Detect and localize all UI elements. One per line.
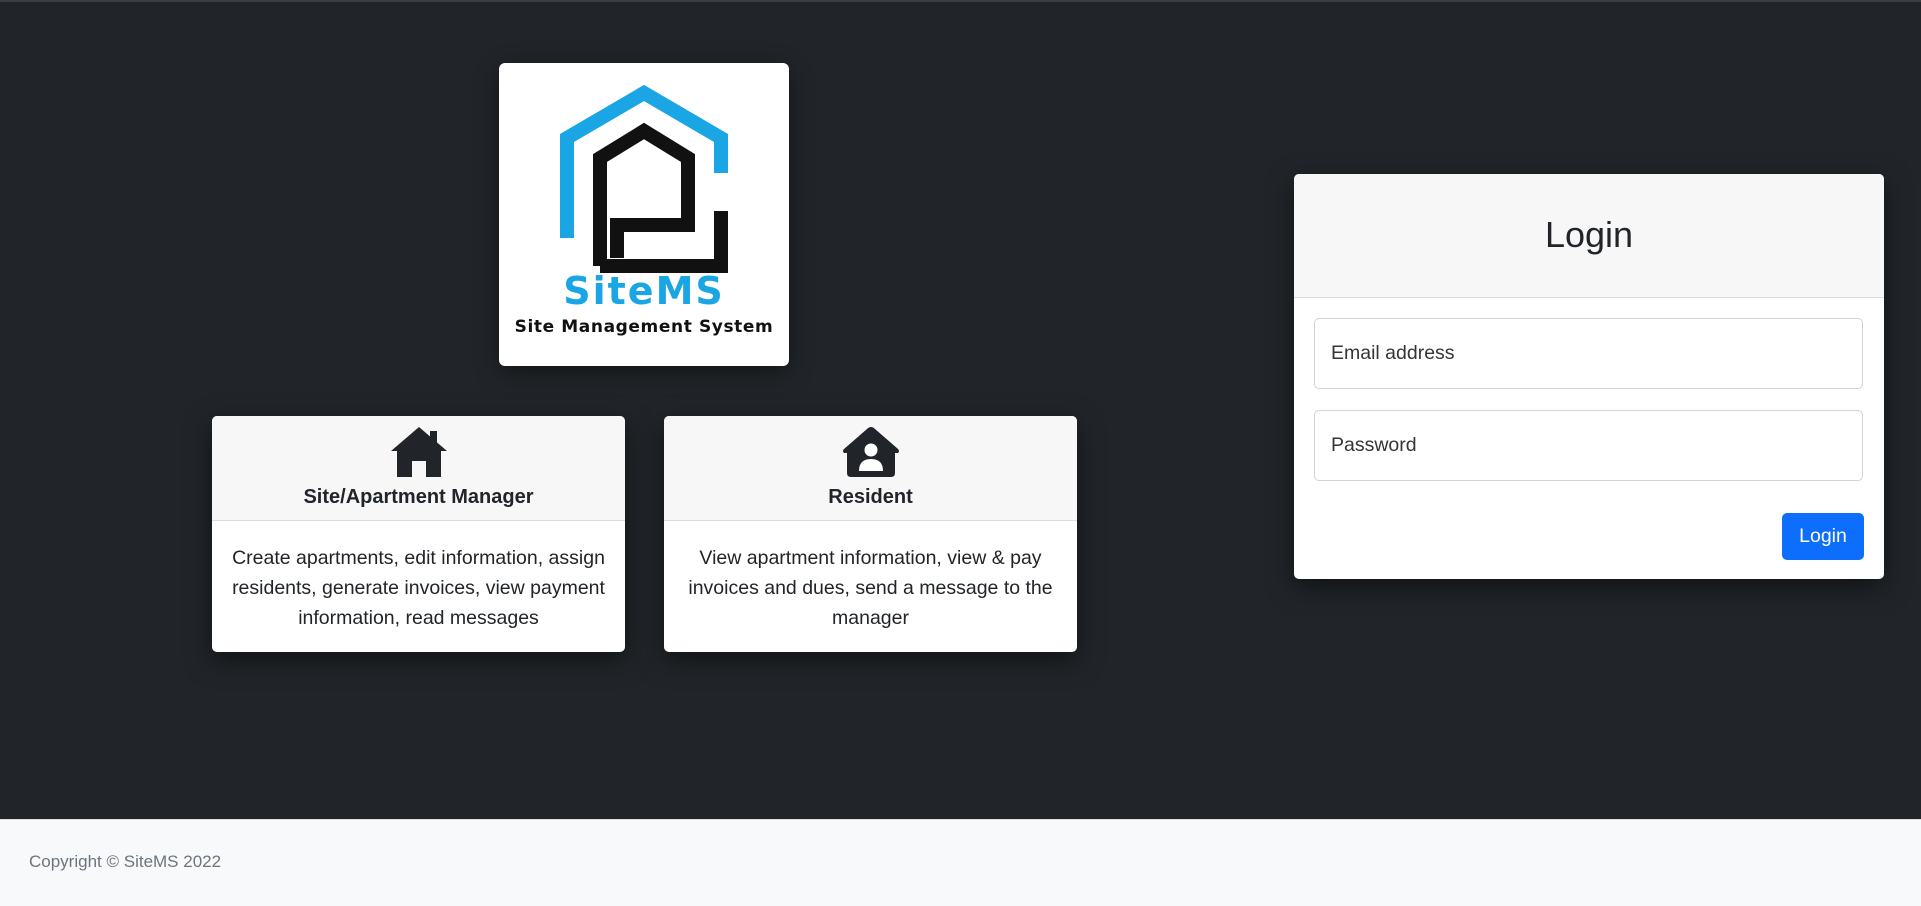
main-area: SiteMS Site Management System Site/Apart… <box>0 0 1921 819</box>
manager-card-title: Site/Apartment Manager <box>303 486 534 508</box>
login-title: Login <box>1544 214 1634 255</box>
resident-role-card: Resident View apartment information, vie… <box>664 416 1077 652</box>
login-button[interactable]: Login <box>1782 513 1864 560</box>
footer: Copyright © SiteMS 2022 <box>0 819 1921 906</box>
login-card: Login Login <box>1294 174 1884 579</box>
email-field[interactable] <box>1314 318 1863 389</box>
house-icon <box>390 427 447 477</box>
logo-name: SiteMS <box>563 269 725 313</box>
logo-tagline: Site Management System <box>514 317 774 337</box>
copyright-text: Copyright © SiteMS 2022 <box>29 852 222 871</box>
logo: SiteMS Site Management System <box>499 63 789 366</box>
house-user-icon <box>842 427 899 477</box>
top-border <box>0 0 1921 2</box>
manager-card-header: Site/Apartment Manager <box>212 416 625 521</box>
manager-role-card: Site/Apartment Manager Create apartments… <box>212 416 625 652</box>
login-card-header: Login <box>1294 174 1884 298</box>
resident-card-description: View apartment information, view & pay i… <box>688 547 1053 629</box>
password-field[interactable] <box>1314 410 1863 481</box>
resident-card-header: Resident <box>664 416 1077 521</box>
manager-card-description: Create apartments, edit information, ass… <box>232 547 605 629</box>
resident-card-title: Resident <box>828 486 913 508</box>
